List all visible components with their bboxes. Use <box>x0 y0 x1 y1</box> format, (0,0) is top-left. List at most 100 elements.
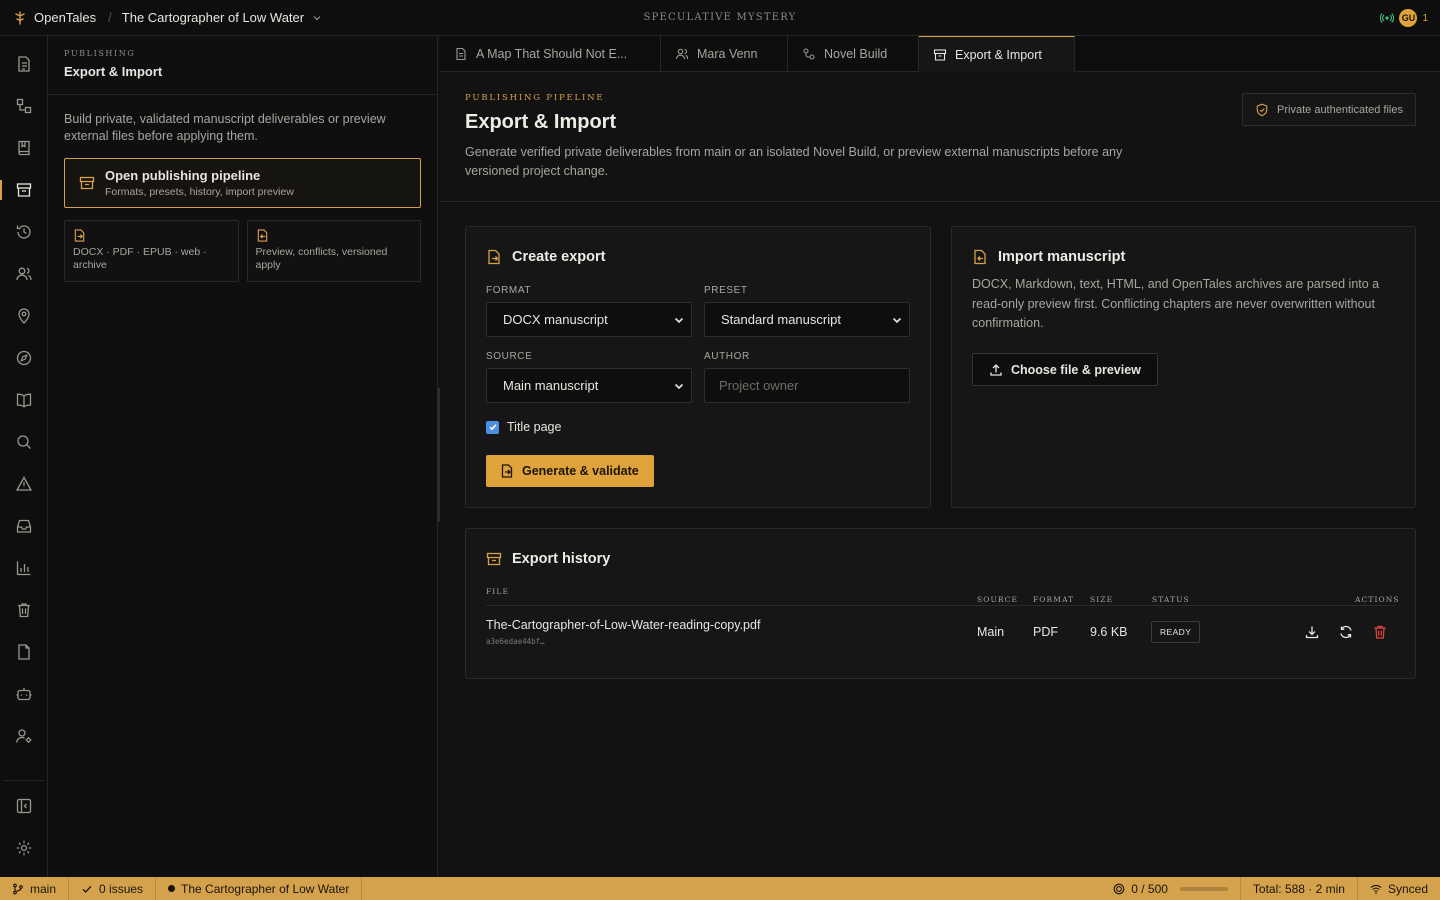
rail-explore[interactable] <box>0 338 48 378</box>
download-icon <box>1304 624 1320 640</box>
export-formats-card[interactable]: DOCX · PDF · EPUB · web · archive <box>64 220 239 282</box>
download-button[interactable] <box>1304 624 1320 640</box>
archive-icon <box>933 48 947 62</box>
file-export-icon <box>500 464 514 478</box>
export-file-name[interactable]: The-Cartographer-of-Low-Water-reading-co… <box>486 618 760 632</box>
project-switcher[interactable]: The Cartographer of Low Water <box>122 10 322 25</box>
upload-icon <box>989 363 1003 377</box>
source-select[interactable]: Main manuscript <box>486 368 692 403</box>
table-header-divider <box>486 605 1395 606</box>
rail-reader[interactable] <box>0 380 48 420</box>
main-content: PUBLISHING PIPELINE Export & Import Gene… <box>440 72 1440 877</box>
total-words-value: Total: 588 · 2 min <box>1252 881 1345 896</box>
sidebar-eyebrow: PUBLISHING <box>64 49 136 58</box>
status-bar: main 0 issues The Cartographer of Low Wa… <box>0 877 1440 900</box>
import-manuscript-card: Import manuscript DOCX, Markdown, text, … <box>951 226 1416 508</box>
author-label: AUTHOR <box>704 351 750 362</box>
rail-toggle-sidebar[interactable] <box>0 786 48 826</box>
users-icon <box>15 265 33 283</box>
import-description: DOCX, Markdown, text, HTML, and OpenTale… <box>972 277 1380 330</box>
rail-history[interactable] <box>0 212 48 252</box>
rail-issues[interactable] <box>0 464 48 504</box>
warning-icon <box>15 475 33 493</box>
rail-places[interactable] <box>0 296 48 336</box>
brand[interactable]: OpenTales <box>0 10 96 26</box>
rail-search[interactable] <box>0 422 48 462</box>
rail-files[interactable] <box>0 632 48 672</box>
avatar[interactable]: GU <box>1399 9 1418 27</box>
users-icon <box>675 47 689 61</box>
sync-status[interactable]: Synced <box>1356 877 1440 900</box>
total-words: Total: 588 · 2 min <box>1239 877 1357 900</box>
file-import-icon <box>972 249 988 265</box>
generate-validate-button[interactable]: Generate & validate <box>486 455 654 487</box>
project-indicator[interactable]: The Cartographer of Low Water <box>156 877 363 900</box>
create-export-title: Create export <box>512 249 606 265</box>
rail-structure[interactable] <box>0 86 48 126</box>
export-size: 9.6 KB <box>1090 625 1128 639</box>
branch-name: main <box>30 881 57 896</box>
structure-icon <box>15 97 33 115</box>
branch-indicator[interactable]: main <box>0 877 70 900</box>
issues-indicator[interactable]: 0 issues <box>69 877 157 900</box>
rail-bookmarks[interactable] <box>0 128 48 168</box>
import-preview-card[interactable]: Preview, conflicts, versioned apply <box>246 220 421 282</box>
rail-settings[interactable] <box>0 828 48 868</box>
tab-character[interactable]: Mara Venn <box>661 36 788 72</box>
format-value: DOCX manuscript <box>503 312 608 327</box>
project-dot-icon <box>168 885 176 892</box>
editor-tabs: A Map That Should Not E... Mara Venn Nov… <box>440 36 1440 72</box>
column-file: FILE <box>486 587 510 596</box>
open-pipeline-card[interactable]: Open publishing pipeline Formats, preset… <box>64 158 421 208</box>
chevron-down-icon <box>891 314 903 326</box>
column-size: SIZE <box>1090 595 1114 604</box>
sidebar-header: PUBLISHING Export & Import <box>48 36 437 95</box>
import-manuscript-header: Import manuscript <box>972 249 1125 265</box>
rail-inbox[interactable] <box>0 506 48 546</box>
sidebar-title: Export & Import <box>64 64 163 79</box>
rail-manuscript[interactable] <box>0 44 48 84</box>
tab-novel-build[interactable]: Novel Build <box>788 36 919 72</box>
export-format: PDF <box>1033 625 1058 639</box>
presence-indicator[interactable]: GU 1 <box>1380 9 1428 27</box>
word-goal[interactable]: 0 / 500 <box>1101 877 1240 900</box>
tab-chapter[interactable]: A Map That Should Not E... <box>440 36 661 72</box>
file-export-icon <box>73 229 230 242</box>
export-file-hash: a3e6edae44bf… <box>486 637 545 646</box>
breadcrumb-separator: / <box>108 10 112 25</box>
preset-select[interactable]: Standard manuscript <box>704 302 910 337</box>
rail-trash[interactable] <box>0 590 48 630</box>
app-name: OpenTales <box>34 10 97 25</box>
archive-icon <box>79 175 95 191</box>
project-title: The Cartographer of Low Water <box>121 10 305 25</box>
chevron-down-icon <box>673 314 685 326</box>
page-header: PUBLISHING PIPELINE Export & Import Gene… <box>440 72 1440 202</box>
private-files-label: Private authenticated files <box>1277 103 1403 116</box>
delete-button[interactable] <box>1372 624 1388 640</box>
word-goal-value: 0 / 500 <box>1131 881 1168 896</box>
rail-assistant[interactable] <box>0 674 48 714</box>
tab-label: A Map That Should Not E... <box>476 47 628 61</box>
refresh-icon <box>1338 624 1354 640</box>
trash-icon <box>15 601 33 619</box>
tab-export-import[interactable]: Export & Import <box>919 36 1075 72</box>
column-format: FORMAT <box>1033 595 1075 604</box>
choose-file-button[interactable]: Choose file & preview <box>972 353 1158 386</box>
import-preview-text: Preview, conflicts, versioned apply <box>255 246 388 271</box>
inbox-icon <box>15 517 33 535</box>
tab-label: Novel Build <box>824 47 888 61</box>
author-input[interactable]: Project owner <box>704 368 910 403</box>
chevron-down-icon <box>312 13 322 23</box>
title-page-checkbox[interactable] <box>486 420 499 434</box>
column-status: STATUS <box>1152 595 1190 604</box>
structure-icon <box>802 47 816 61</box>
rail-account-settings[interactable] <box>0 716 48 756</box>
rail-publishing[interactable] <box>0 170 48 210</box>
shield-icon <box>1255 103 1269 117</box>
broadcast-icon <box>1380 11 1395 25</box>
rail-characters[interactable] <box>0 254 48 294</box>
rail-stats[interactable] <box>0 548 48 588</box>
regenerate-button[interactable] <box>1338 624 1354 640</box>
format-select[interactable]: DOCX manuscript <box>486 302 692 337</box>
sidebar-description: Build private, validated manuscript deli… <box>64 112 386 143</box>
